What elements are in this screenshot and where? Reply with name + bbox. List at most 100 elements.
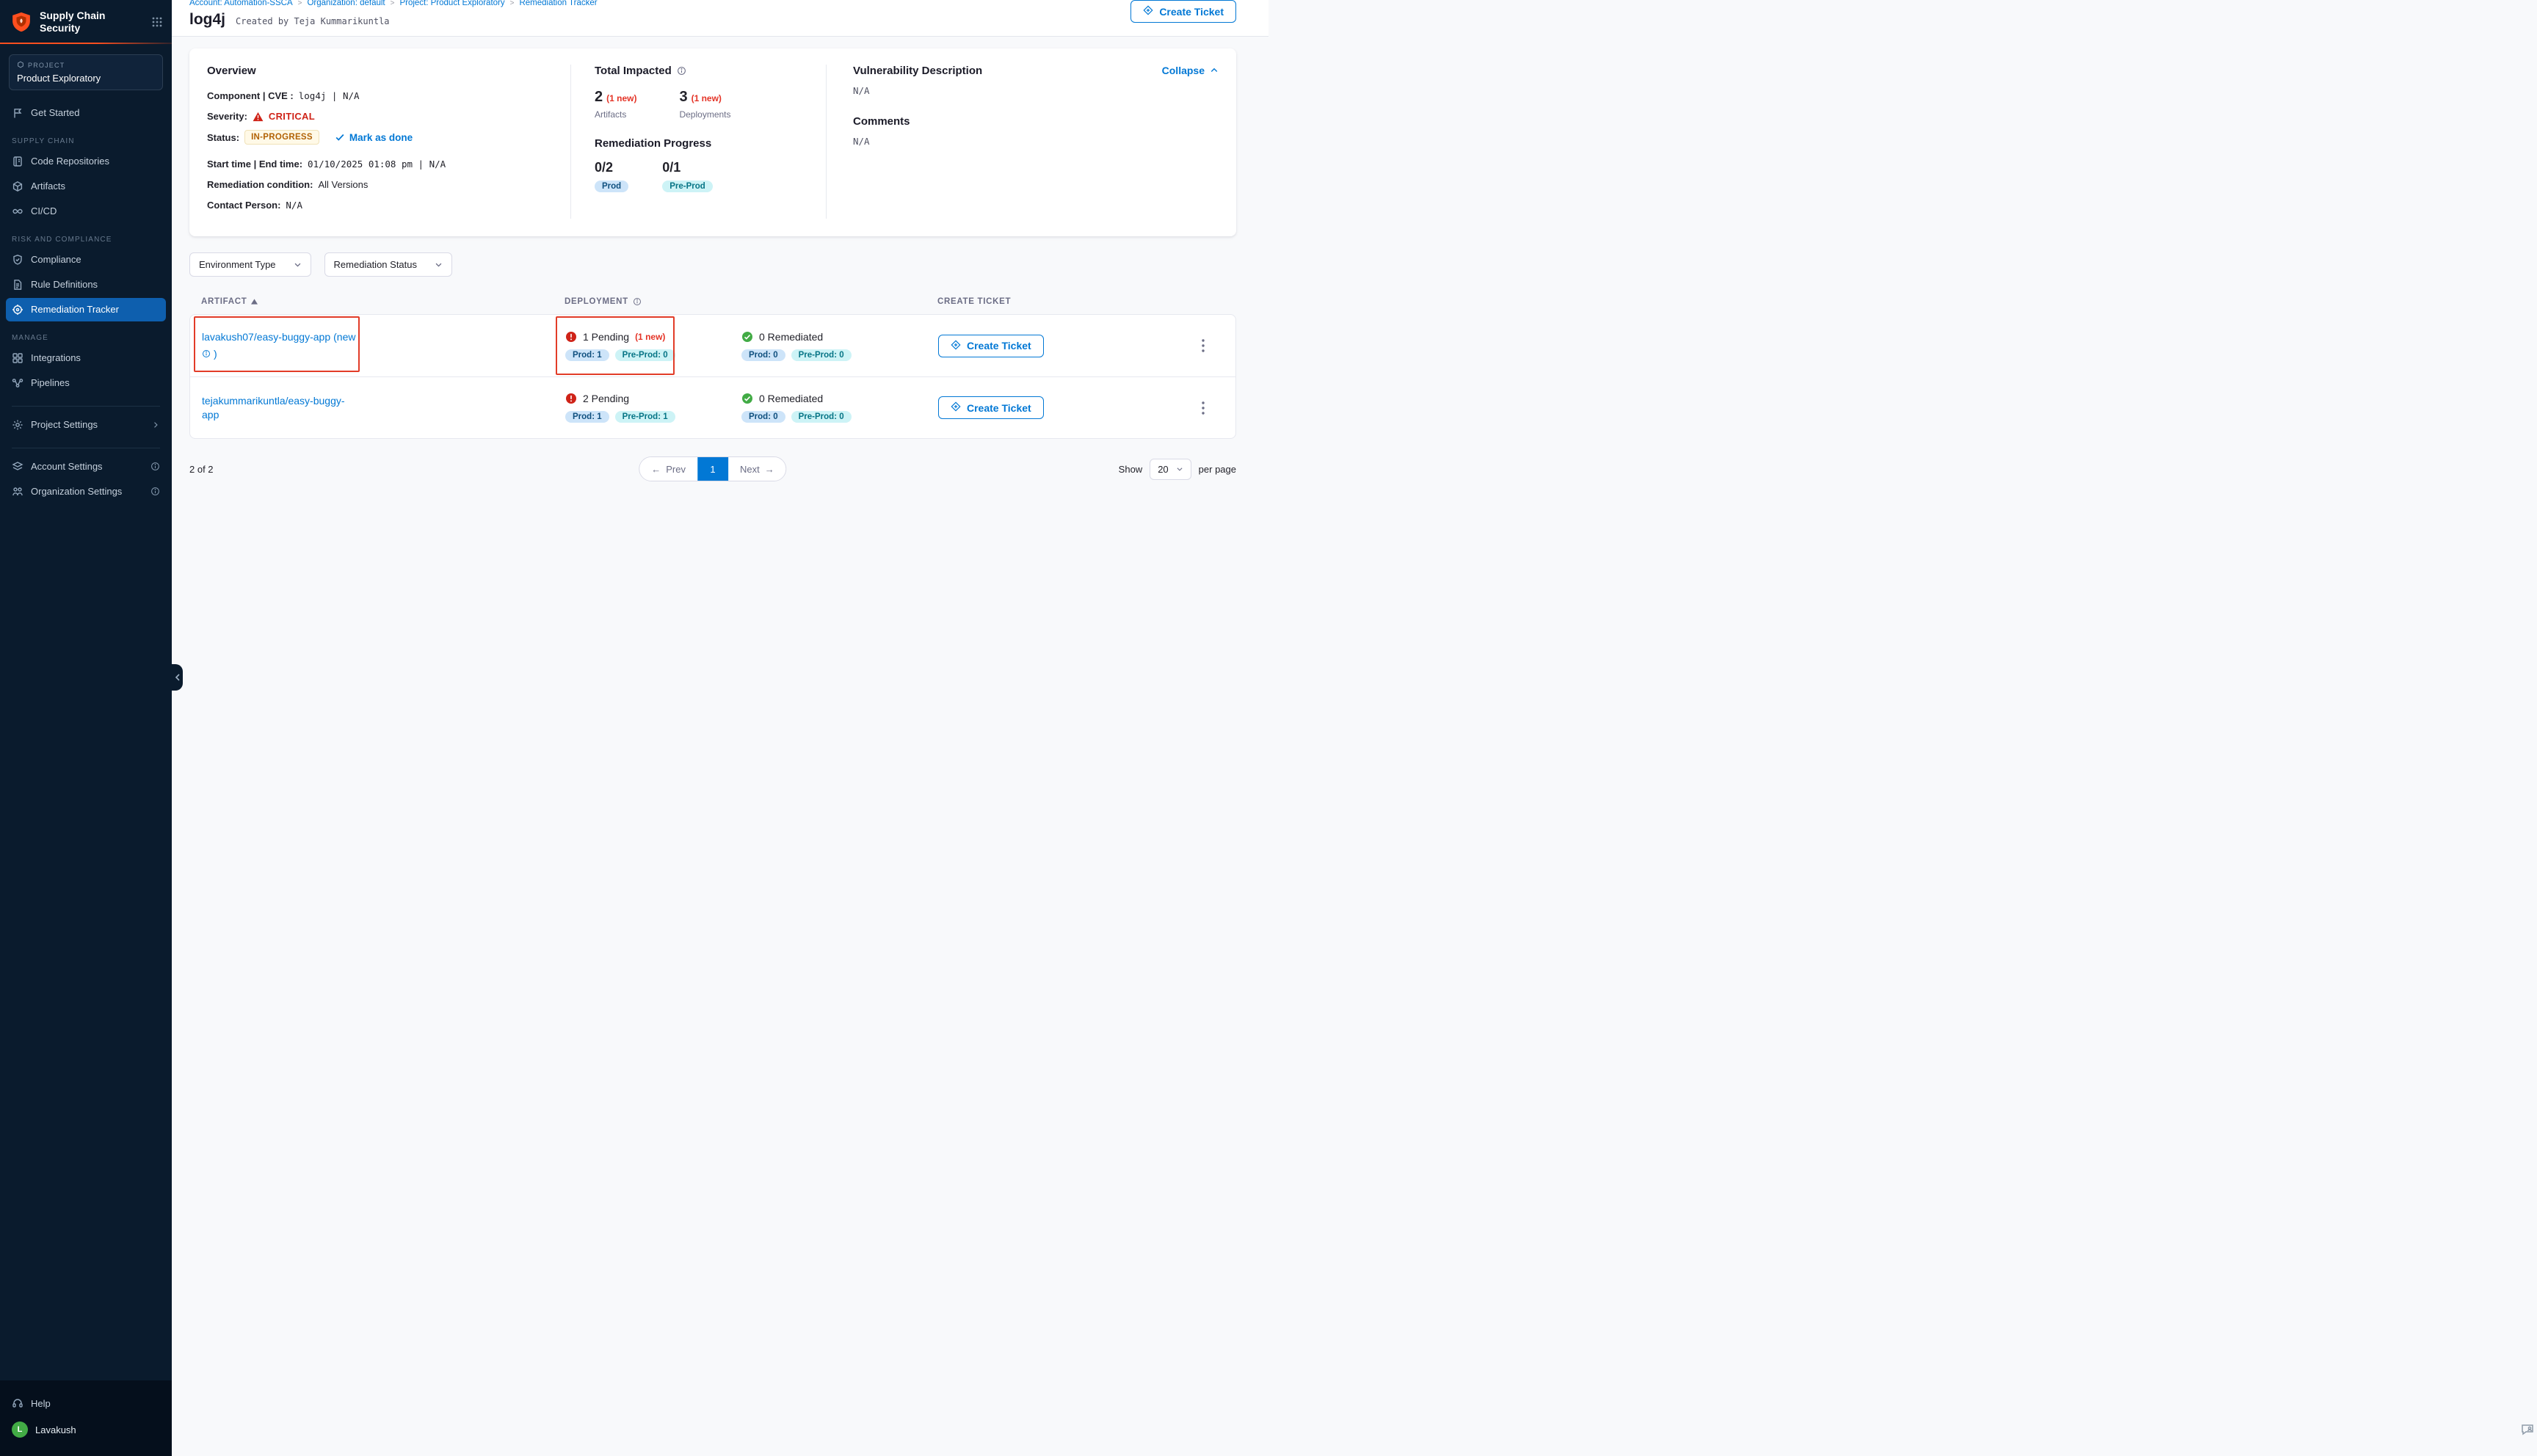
prod-count-badge: Prod: 1 (565, 349, 609, 361)
preprod-count-badge: Pre-Prod: 0 (791, 349, 852, 361)
info-icon (202, 349, 211, 358)
condition-label: Remediation condition: (207, 179, 313, 190)
brand-accent-rule (0, 43, 172, 44)
page-number-1[interactable]: 1 (697, 457, 728, 481)
remediated-cell: 0 Remediated Prod: 0 Pre-Prod: 0 (741, 393, 938, 423)
sidebar-item-cicd[interactable]: CI/CD (6, 200, 166, 223)
create-ticket-button[interactable]: Create Ticket (938, 335, 1044, 357)
sidebar-item-rule-definitions[interactable]: Rule Definitions (6, 273, 166, 296)
arrow-right-icon: → (765, 464, 774, 475)
sidebar-item-organization-settings[interactable]: Organization Settings (6, 480, 166, 503)
main-content: Account: Automation-SSCA > Organization:… (172, 0, 1268, 728)
created-by-text: Created by Teja Kummarikuntla (236, 16, 390, 26)
sidebar-item-project-settings[interactable]: Project Settings (6, 413, 166, 437)
sidebar-item-label: Rule Definitions (31, 279, 98, 290)
environment-type-filter[interactable]: Environment Type (189, 252, 311, 277)
status-label: Status: (207, 132, 239, 143)
pagination: 2 of 2 ← Prev 1 Next → Show 20 per page (189, 455, 1236, 483)
pending-count-text: 2 Pending (583, 393, 629, 404)
pending-new-text: (1 new) (635, 332, 665, 342)
sidebar-item-compliance[interactable]: Compliance (6, 248, 166, 272)
table-row[interactable]: lavakush07/easy-buggy-app (new ) 1 Pendi… (190, 315, 1235, 376)
sidebar-item-account-settings[interactable]: Account Settings (6, 455, 166, 478)
project-name: Product Exploratory (17, 73, 155, 84)
sidebar-item-get-started[interactable]: Get Started (6, 101, 166, 125)
artifact-link[interactable]: lavakush07/easy-buggy-app (new ) (202, 330, 356, 361)
show-label: Show (1119, 464, 1143, 475)
create-ticket-button[interactable]: Create Ticket (938, 396, 1044, 419)
condition-value: All Versions (318, 179, 368, 190)
column-header-deployment: DEPLOYMENT (565, 297, 741, 306)
sidebar-item-integrations[interactable]: Integrations (6, 346, 166, 370)
breadcrumb: Account: Automation-SSCA > Organization:… (189, 0, 1236, 11)
artifact-link[interactable]: tejakummarikuntla/easy-buggy-app (202, 394, 356, 422)
prod-progress: 0/2 Prod (595, 160, 628, 192)
gear-icon (12, 419, 23, 431)
pending-cell: 1 Pending (1 new) Prod: 1 Pre-Prod: 0 (565, 331, 741, 361)
filters-row: Environment Type Remediation Status (189, 252, 1236, 277)
deployments-count: 3 (679, 89, 687, 105)
sidebar-header: Supply Chain Security (0, 0, 172, 43)
mark-as-done-button[interactable]: Mark as done (335, 132, 413, 143)
avatar: L (12, 1422, 28, 1438)
sort-asc-icon (251, 299, 258, 305)
row-menu-kebab-icon[interactable] (1183, 401, 1224, 415)
sidebar-item-help[interactable]: Help (6, 1391, 166, 1415)
remediation-status-filter[interactable]: Remediation Status (324, 252, 452, 277)
sidebar-item-pipelines[interactable]: Pipelines (6, 371, 166, 395)
sidebar-item-artifacts[interactable]: Artifacts (6, 175, 166, 198)
component-cve-label: Component | CVE : (207, 90, 294, 101)
artifact-table: lavakush07/easy-buggy-app (new ) 1 Pendi… (189, 314, 1236, 439)
row-menu-kebab-icon[interactable] (1183, 339, 1224, 352)
layers-icon (12, 461, 23, 473)
column-header-artifact[interactable]: ARTIFACT (201, 297, 565, 306)
project-selector[interactable]: PROJECT Product Exploratory (9, 54, 163, 90)
info-icon (677, 66, 686, 76)
user-menu[interactable]: L Lavakush (6, 1416, 166, 1444)
shield-check-icon (12, 254, 23, 266)
pagination-control: ← Prev 1 Next → (639, 456, 786, 481)
sidebar-item-label: Remediation Tracker (31, 304, 119, 315)
pending-count-text: 1 Pending (583, 331, 629, 343)
sidebar-section-risk-compliance: RISK AND COMPLIANCE (0, 224, 172, 247)
sidebar-item-label: Project Settings (31, 419, 98, 430)
project-icon (17, 61, 24, 70)
warning-triangle-icon (253, 112, 264, 122)
remediated-cell: 0 Remediated Prod: 0 Pre-Prod: 0 (741, 331, 938, 361)
sidebar-item-label: Compliance (31, 254, 81, 265)
support-chat-icon[interactable] (2520, 1422, 2535, 1437)
status-badge: IN-PROGRESS (244, 130, 319, 145)
chevron-right-icon (151, 421, 160, 429)
create-ticket-button[interactable]: Create Ticket (1130, 0, 1236, 23)
annotation-box-pending (556, 316, 675, 375)
page-header: Account: Automation-SSCA > Organization:… (172, 0, 1268, 37)
breadcrumb-remediation-tracker[interactable]: Remediation Tracker (519, 0, 597, 7)
page-size-select[interactable]: 20 (1150, 459, 1191, 480)
breadcrumb-separator: > (391, 0, 395, 7)
sidebar-item-remediation-tracker[interactable]: Remediation Tracker (6, 298, 166, 321)
module-switcher-icon[interactable] (151, 16, 163, 28)
collapse-button[interactable]: Collapse (1162, 65, 1219, 76)
time-label: Start time | End time: (207, 159, 302, 170)
app-logo-icon (10, 11, 32, 33)
breadcrumb-project[interactable]: Project: Product Exploratory (399, 0, 504, 7)
sidebar-item-code-repositories[interactable]: Code Repositories (6, 150, 166, 173)
artifacts-count: 2 (595, 89, 603, 105)
preprod-progress: 0/1 Pre-Prod (662, 160, 713, 192)
flag-icon (12, 107, 23, 119)
breadcrumb-account[interactable]: Account: Automation-SSCA (189, 0, 293, 7)
chevron-down-icon (435, 261, 443, 269)
sidebar-item-label: Artifacts (31, 181, 65, 192)
time-value: 01/10/2025 01:08 pm | N/A (308, 159, 446, 170)
sidebar-item-label: Code Repositories (31, 156, 109, 167)
sidebar: Supply Chain Security PROJECT Product Ex… (0, 0, 172, 1456)
prev-page-button[interactable]: ← Prev (639, 457, 697, 481)
ticket-diamond-icon (951, 401, 961, 414)
breadcrumb-organization[interactable]: Organization: default (307, 0, 385, 7)
description-panel: Vulnerability Description N/A Comments N… (826, 65, 1219, 219)
sidebar-collapse-handle[interactable] (172, 664, 183, 691)
tracker-target-icon (12, 304, 23, 316)
table-row[interactable]: tejakummarikuntla/easy-buggy-app 2 Pendi… (190, 376, 1235, 438)
next-page-button[interactable]: Next → (728, 457, 786, 481)
arrow-left-icon: ← (651, 464, 661, 475)
